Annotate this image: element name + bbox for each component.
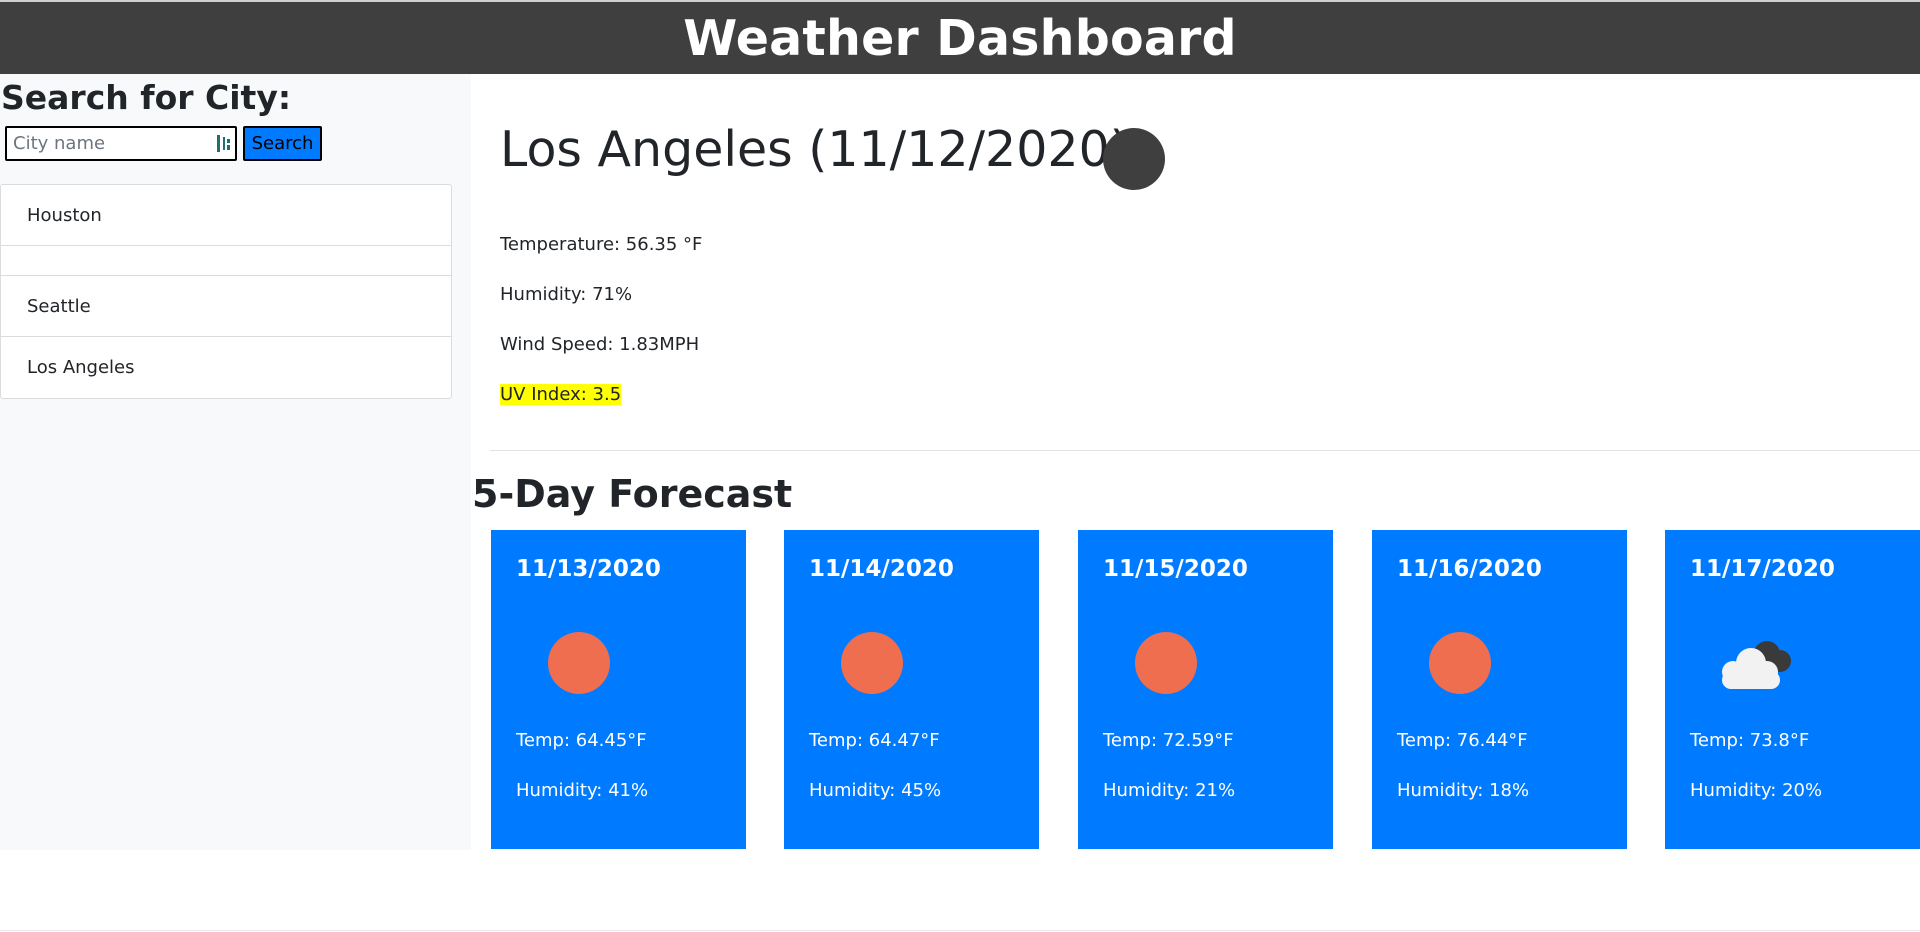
forecast-card: 11/14/2020 Temp: 64.47°F Humidity: 45% — [784, 530, 1039, 849]
cloud-icon — [1722, 641, 1791, 689]
current-city-title: Los Angeles (11/12/2020) — [500, 121, 1129, 178]
sun-icon — [1135, 632, 1197, 694]
sidebar: Search for City: Search Houston Seattle … — [0, 74, 471, 850]
search-history-list: Houston Seattle Los Angeles — [0, 184, 452, 399]
app-header: Weather Dashboard — [0, 0, 1920, 74]
search-button[interactable]: Search — [243, 126, 322, 161]
forecast-temp: Temp: 72.59°F — [1103, 730, 1234, 751]
forecast-humidity: Humidity: 20% — [1690, 780, 1823, 801]
forecast-temp: Temp: 64.47°F — [809, 730, 940, 751]
history-item-seattle[interactable]: Seattle — [1, 276, 451, 337]
forecast-date: 11/15/2020 — [1103, 556, 1248, 582]
password-manager-icon[interactable] — [216, 134, 232, 153]
forecast-humidity: Humidity: 41% — [516, 780, 649, 801]
forecast-card: 11/16/2020 Temp: 76.44°F Humidity: 18% — [1372, 530, 1627, 849]
current-uv-index: UV Index: 3.5 — [500, 384, 622, 405]
sun-icon — [548, 632, 610, 694]
forecast-date: 11/17/2020 — [1690, 556, 1835, 582]
sun-icon — [1429, 632, 1491, 694]
sun-icon — [841, 632, 903, 694]
forecast-card: 11/13/2020 Temp: 64.45°F Humidity: 41% — [491, 530, 746, 849]
page-bottom-border — [0, 930, 1920, 931]
forecast-date: 11/16/2020 — [1397, 556, 1542, 582]
app-title: Weather Dashboard — [683, 9, 1237, 67]
forecast-temp: Temp: 64.45°F — [516, 730, 647, 751]
search-heading: Search for City: — [1, 78, 292, 117]
forecast-humidity: Humidity: 18% — [1397, 780, 1530, 801]
forecast-temp: Temp: 76.44°F — [1397, 730, 1528, 751]
main-content: Los Angeles (11/12/2020) Temperature: 56… — [471, 74, 1920, 850]
current-temperature: Temperature: 56.35 °F — [500, 234, 703, 255]
current-weather-icon — [1103, 128, 1165, 190]
forecast-card: 11/17/2020 Temp: 73.8°F Humidity: 20% — [1665, 530, 1920, 849]
current-humidity: Humidity: 71% — [500, 284, 633, 305]
history-item-los-angeles[interactable]: Los Angeles — [1, 337, 451, 398]
current-wind-speed: Wind Speed: 1.83MPH — [500, 334, 700, 355]
forecast-date: 11/13/2020 — [516, 556, 661, 582]
forecast-humidity: Humidity: 45% — [809, 780, 942, 801]
city-search-input[interactable] — [5, 126, 237, 161]
forecast-humidity: Humidity: 21% — [1103, 780, 1236, 801]
forecast-card: 11/15/2020 Temp: 72.59°F Humidity: 21% — [1078, 530, 1333, 849]
history-item-empty[interactable] — [1, 246, 451, 276]
forecast-date: 11/14/2020 — [809, 556, 954, 582]
forecast-heading: 5-Day Forecast — [472, 472, 793, 516]
forecast-temp: Temp: 73.8°F — [1690, 730, 1810, 751]
history-item-houston[interactable]: Houston — [1, 185, 451, 246]
section-divider — [490, 450, 1920, 451]
